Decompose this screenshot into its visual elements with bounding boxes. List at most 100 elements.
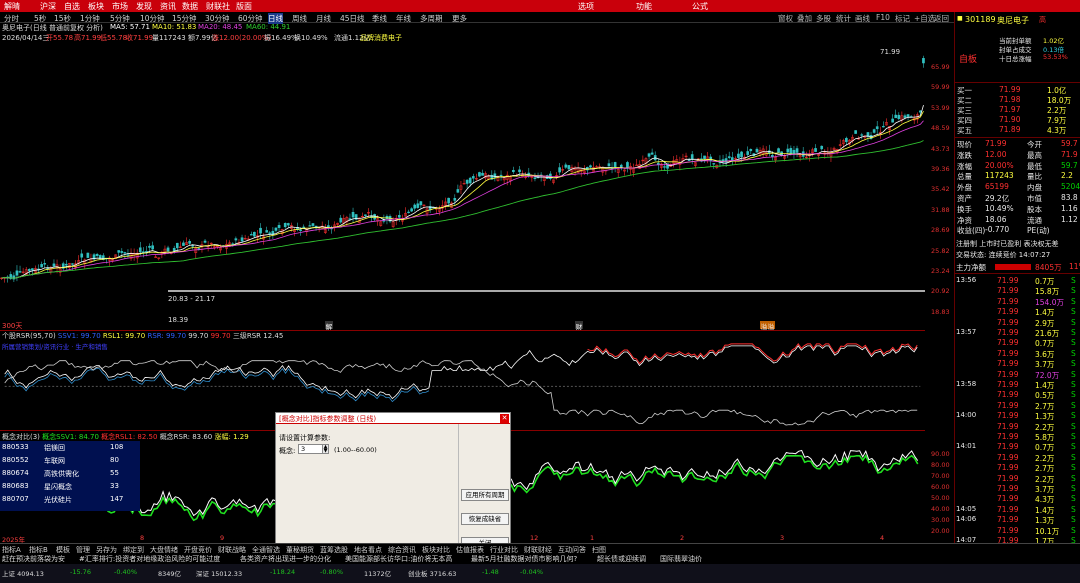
candlestick-chart[interactable]: 71.99 18.39 20.83 - 21.17: [0, 43, 925, 328]
buy-price: 71.90: [999, 115, 1021, 124]
tick-volume: 15.8万: [1035, 287, 1060, 297]
high-marker: 71.99: [880, 48, 900, 56]
buy-row[interactable]: 买三 71.97 2.2万: [955, 105, 1080, 115]
timeframe-bar: 分时 5秒 15秒 1分钟 5分钟 10分钟 15分钟 30分钟 60分钟 日线…: [0, 12, 1080, 24]
buy-row[interactable]: 买五 71.89 4.3万: [955, 125, 1080, 135]
tick-side: S: [1071, 307, 1076, 317]
event-marker[interactable]: 解: [325, 321, 333, 331]
tick-price: 71.99: [997, 276, 1019, 285]
candle-body: [43, 263, 47, 265]
buy-row[interactable]: 买二 71.98 18.0万: [955, 95, 1080, 105]
candle-body: [564, 164, 568, 168]
tick-side: S: [1071, 286, 1076, 296]
tick-price: 71.99: [997, 442, 1019, 452]
menu-item[interactable]: 财联社: [206, 1, 230, 12]
tick-side: S: [1071, 359, 1076, 369]
menu-item-functions[interactable]: 功能: [636, 1, 652, 12]
tick-side: S: [1071, 390, 1076, 400]
menu-item[interactable]: 板块: [88, 1, 104, 12]
quote-label: 现价: [957, 140, 972, 149]
tick-row: 71.99 0.7万 S: [955, 338, 1080, 348]
candle-body: [40, 264, 43, 268]
rsr-ssv1: SSV1: 99.70: [57, 332, 101, 340]
list-item[interactable]: 880707 光伏硅片 147: [0, 495, 140, 505]
tick-side: S: [1071, 463, 1076, 473]
close-icon[interactable]: ✕: [500, 414, 509, 423]
quote-panel: ■ 301189 奥尼电子 高 当前封单额 1.02亿 封单占成交 0.13倍 十日…: [954, 12, 1080, 559]
quote-label: 市值: [1027, 194, 1042, 203]
news-item[interactable]: 赶在预决前落袋为安: [2, 554, 65, 564]
spinner-icon[interactable]: ▲ ▼: [322, 444, 329, 454]
candle-body: [126, 254, 130, 256]
tick-volume: 21.6万: [1035, 329, 1060, 338]
quote-label: 最高: [1027, 150, 1042, 160]
tick-side: S: [1071, 504, 1076, 514]
tick-side: S: [1071, 369, 1076, 379]
menu-item[interactable]: 沪深: [40, 1, 56, 12]
netflow-label: 主力净额: [956, 263, 986, 272]
buy-row[interactable]: 买一 71.99 1.0亿: [955, 85, 1080, 95]
quote-value: 29.2亿: [985, 194, 1010, 203]
tick-time: 13:57: [956, 328, 977, 336]
menu-item[interactable]: 自选: [64, 1, 80, 12]
restore-default-button[interactable]: 恢复成缺省: [461, 513, 509, 525]
candle-body: [166, 247, 170, 252]
list-item[interactable]: 880552 车联网 80: [0, 456, 140, 466]
toolbar-button[interactable]: F10: [876, 13, 890, 22]
candle-body: [95, 254, 99, 256]
tick-side: S: [1071, 515, 1076, 525]
event-marker[interactable]: 财: [575, 321, 583, 331]
indicator-tabs: 指标A 指标B 模板 管理 另存为 绑定到 大盘情绪 开盘竞价 财联战略 全通智选 董秘期货 蓝筹选股…: [0, 543, 1080, 554]
quote-value: 10.49%: [985, 203, 1014, 213]
candle-body: [182, 242, 185, 246]
tick-price: 71.99: [997, 411, 1019, 421]
price-tick: 31.88: [931, 205, 950, 214]
menu-item[interactable]: 市场: [112, 1, 128, 12]
concept-tick: 80.00: [931, 461, 950, 469]
apply-all-button[interactable]: 应用所有周期: [461, 489, 509, 501]
candle-body: [253, 231, 256, 237]
concept-tick: 40.00: [931, 505, 950, 513]
quote-label: PE(动): [1027, 226, 1050, 236]
tick-side: S: [1071, 421, 1076, 431]
news-item[interactable]: 美国能源部长访华口:油价将无本高: [345, 554, 452, 564]
list-item[interactable]: 880533 铝镁回 108: [0, 443, 140, 453]
param-input[interactable]: 3: [298, 444, 324, 454]
menu-item[interactable]: 数据: [182, 1, 198, 12]
candle-body: [656, 162, 660, 165]
menu-item[interactable]: 资讯: [160, 1, 176, 12]
list-item[interactable]: 880683 星闪概念 33: [0, 482, 140, 492]
news-item[interactable]: 各类资产将出现进一步的分化: [240, 554, 331, 564]
news-item[interactable]: #汇率排行:投资者对地缘政治风险的可能过度: [79, 554, 220, 564]
quote-label: 最低: [1027, 161, 1042, 171]
rsr-line: [4, 345, 918, 400]
tick-price: 71.99: [997, 369, 1019, 379]
chart-info-line: 奥尼电子(日线 普通前复权 分析) MA5: 57.71 MA10: 51.83…: [0, 23, 1080, 33]
quote-value: 71.99: [985, 139, 1007, 148]
quote-label: 收益(四): [957, 226, 986, 236]
concept-tick: 60.00: [931, 483, 950, 491]
tick-time: 13:56: [956, 276, 977, 284]
candle-body: [265, 230, 269, 233]
candle-body: [777, 148, 780, 153]
quote-value: 1.16: [1061, 203, 1078, 213]
concept-stock-list: 880533 铝镁回 108 880552 车联网 80 880674 高铁供需化 55 8…: [0, 441, 140, 511]
menu-item[interactable]: 发现: [136, 1, 152, 12]
menu-item[interactable]: 解晴: [4, 1, 20, 12]
list-item[interactable]: 880674 高铁供需化 55: [0, 469, 140, 479]
candle-body: [117, 250, 121, 253]
news-item[interactable]: 最新5月社融数据对债市影响几何?: [471, 554, 577, 564]
news-item[interactable]: 超长债或迎续调: [597, 554, 646, 564]
buy-price: 71.98: [999, 95, 1021, 104]
candle-body: [274, 227, 278, 231]
rsr-value2: 99.70: [188, 332, 209, 340]
buy-row[interactable]: 买四 71.90 7.9万: [955, 115, 1080, 125]
menu-item-formulas[interactable]: 公式: [692, 1, 708, 12]
tick-side: S: [1071, 338, 1076, 348]
candle-body: [647, 153, 651, 157]
event-marker[interactable]: 溢: [767, 321, 775, 331]
menu-item-options[interactable]: 选项: [578, 1, 594, 12]
news-item[interactable]: 国际翡翠油价: [660, 554, 702, 564]
price-tick: 18.83: [931, 307, 950, 316]
menu-item[interactable]: 版面: [236, 1, 252, 12]
